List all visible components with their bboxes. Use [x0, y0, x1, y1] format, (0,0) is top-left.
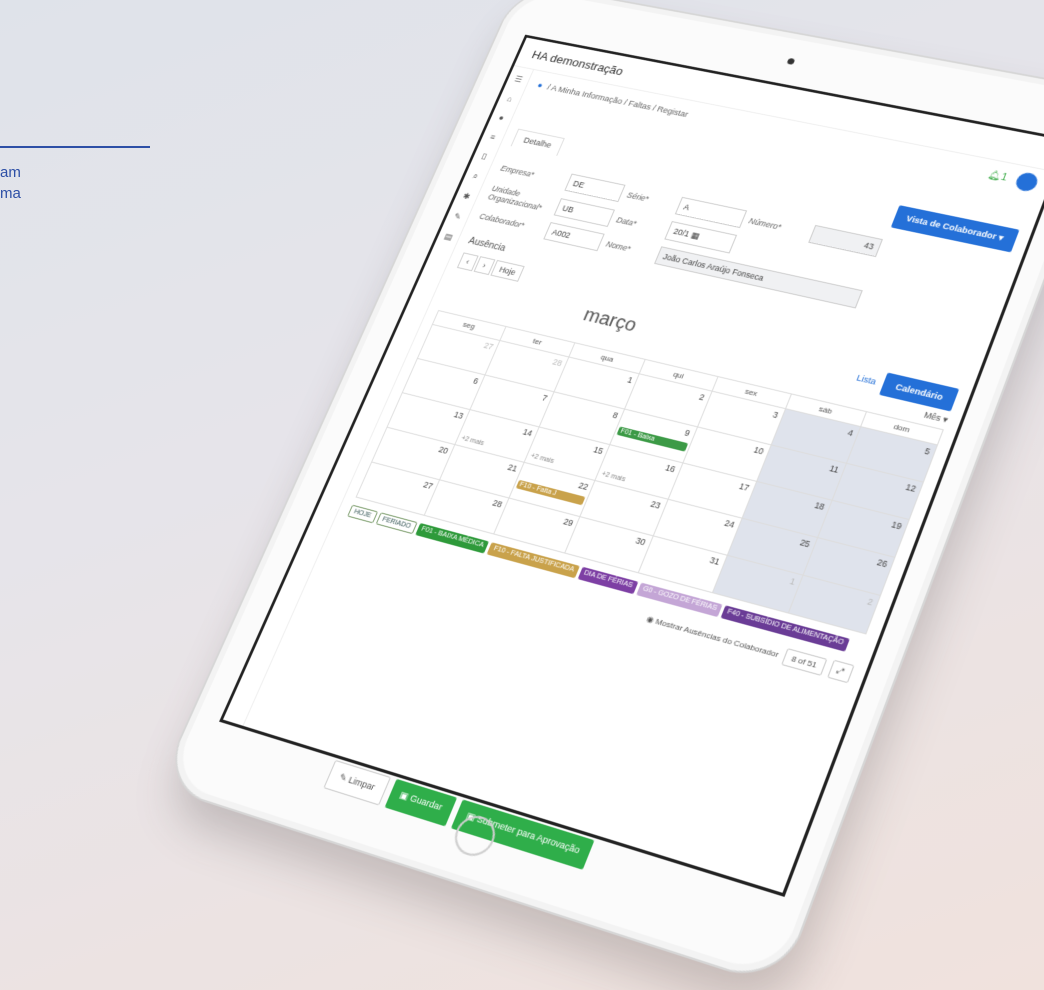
unidade-label: Unidade Organizacional* — [487, 183, 556, 213]
list-icon[interactable]: ≡ — [489, 132, 497, 141]
chevron-down-icon: ▾ — [941, 414, 949, 424]
avatar[interactable] — [1013, 171, 1040, 193]
colaborador-label: Colaborador* — [478, 212, 544, 234]
chevron-down-icon: ▾ — [997, 233, 1005, 243]
search-icon[interactable]: ⌕ — [471, 171, 479, 181]
today-button[interactable]: Hoje — [490, 260, 525, 282]
home-dot-icon: ● — [536, 81, 544, 90]
legend-badge: FERIADO — [375, 512, 417, 534]
document-icon[interactable]: ▯ — [480, 151, 488, 161]
decorative-line — [0, 146, 150, 148]
menu-icon[interactable]: ☰ — [513, 75, 524, 85]
user-icon[interactable]: ● — [497, 113, 505, 122]
chart-icon[interactable]: ▤ — [443, 232, 455, 243]
more-events-link[interactable]: +2 mais — [600, 471, 626, 483]
calendar-event-baixa[interactable]: F01 - Baixa — [617, 427, 688, 452]
unidade-field[interactable]: UB — [554, 198, 615, 227]
numero-label: Número* — [747, 216, 807, 237]
empresa-field[interactable]: DE — [564, 174, 625, 202]
colaborador-field[interactable]: A002 — [543, 222, 604, 251]
serie-label: Série* — [626, 190, 675, 208]
empresa-label: Empresa* — [499, 164, 564, 186]
more-events-link[interactable]: +2 mais — [460, 435, 485, 447]
more-events-link[interactable]: +2 mais — [529, 453, 555, 465]
marketing-text-fragment: am ma — [0, 162, 60, 204]
front-camera — [786, 58, 795, 65]
list-view-link[interactable]: Lista — [855, 373, 877, 387]
notifications-button[interactable]: 🔔︎1 — [987, 170, 1009, 183]
legend-badge: HOJE — [347, 505, 378, 524]
details-panel: Detalhe Vista de Colaborador ▾ Empresa* … — [336, 127, 1020, 683]
edit-icon[interactable]: ✎ — [452, 212, 463, 223]
expand-icon[interactable]: ⤢ — [827, 660, 855, 684]
pager[interactable]: 8 of 51 — [781, 648, 827, 676]
nome-field: João Carlos Araújo Fonseca — [654, 246, 863, 308]
nome-label: Nome* — [605, 239, 654, 258]
tab-details[interactable]: Detalhe — [511, 129, 565, 156]
calendar-event-falta[interactable]: F10 - Falta J — [516, 480, 586, 506]
home-icon[interactable]: ⌂ — [506, 94, 514, 103]
settings-icon[interactable]: ✱ — [461, 191, 472, 202]
numero-field: 43 — [808, 225, 883, 257]
header-actions: 🔔︎1 — [985, 166, 1040, 193]
tablet-device: HA demonstração ☰ ⌂ ● ≡ ▯ ⌕ ✱ ✎ ▤ ● / A M… — [160, 0, 1044, 986]
calendar-icon[interactable]: ▦ — [690, 230, 701, 240]
data-label: Data* — [615, 215, 664, 234]
